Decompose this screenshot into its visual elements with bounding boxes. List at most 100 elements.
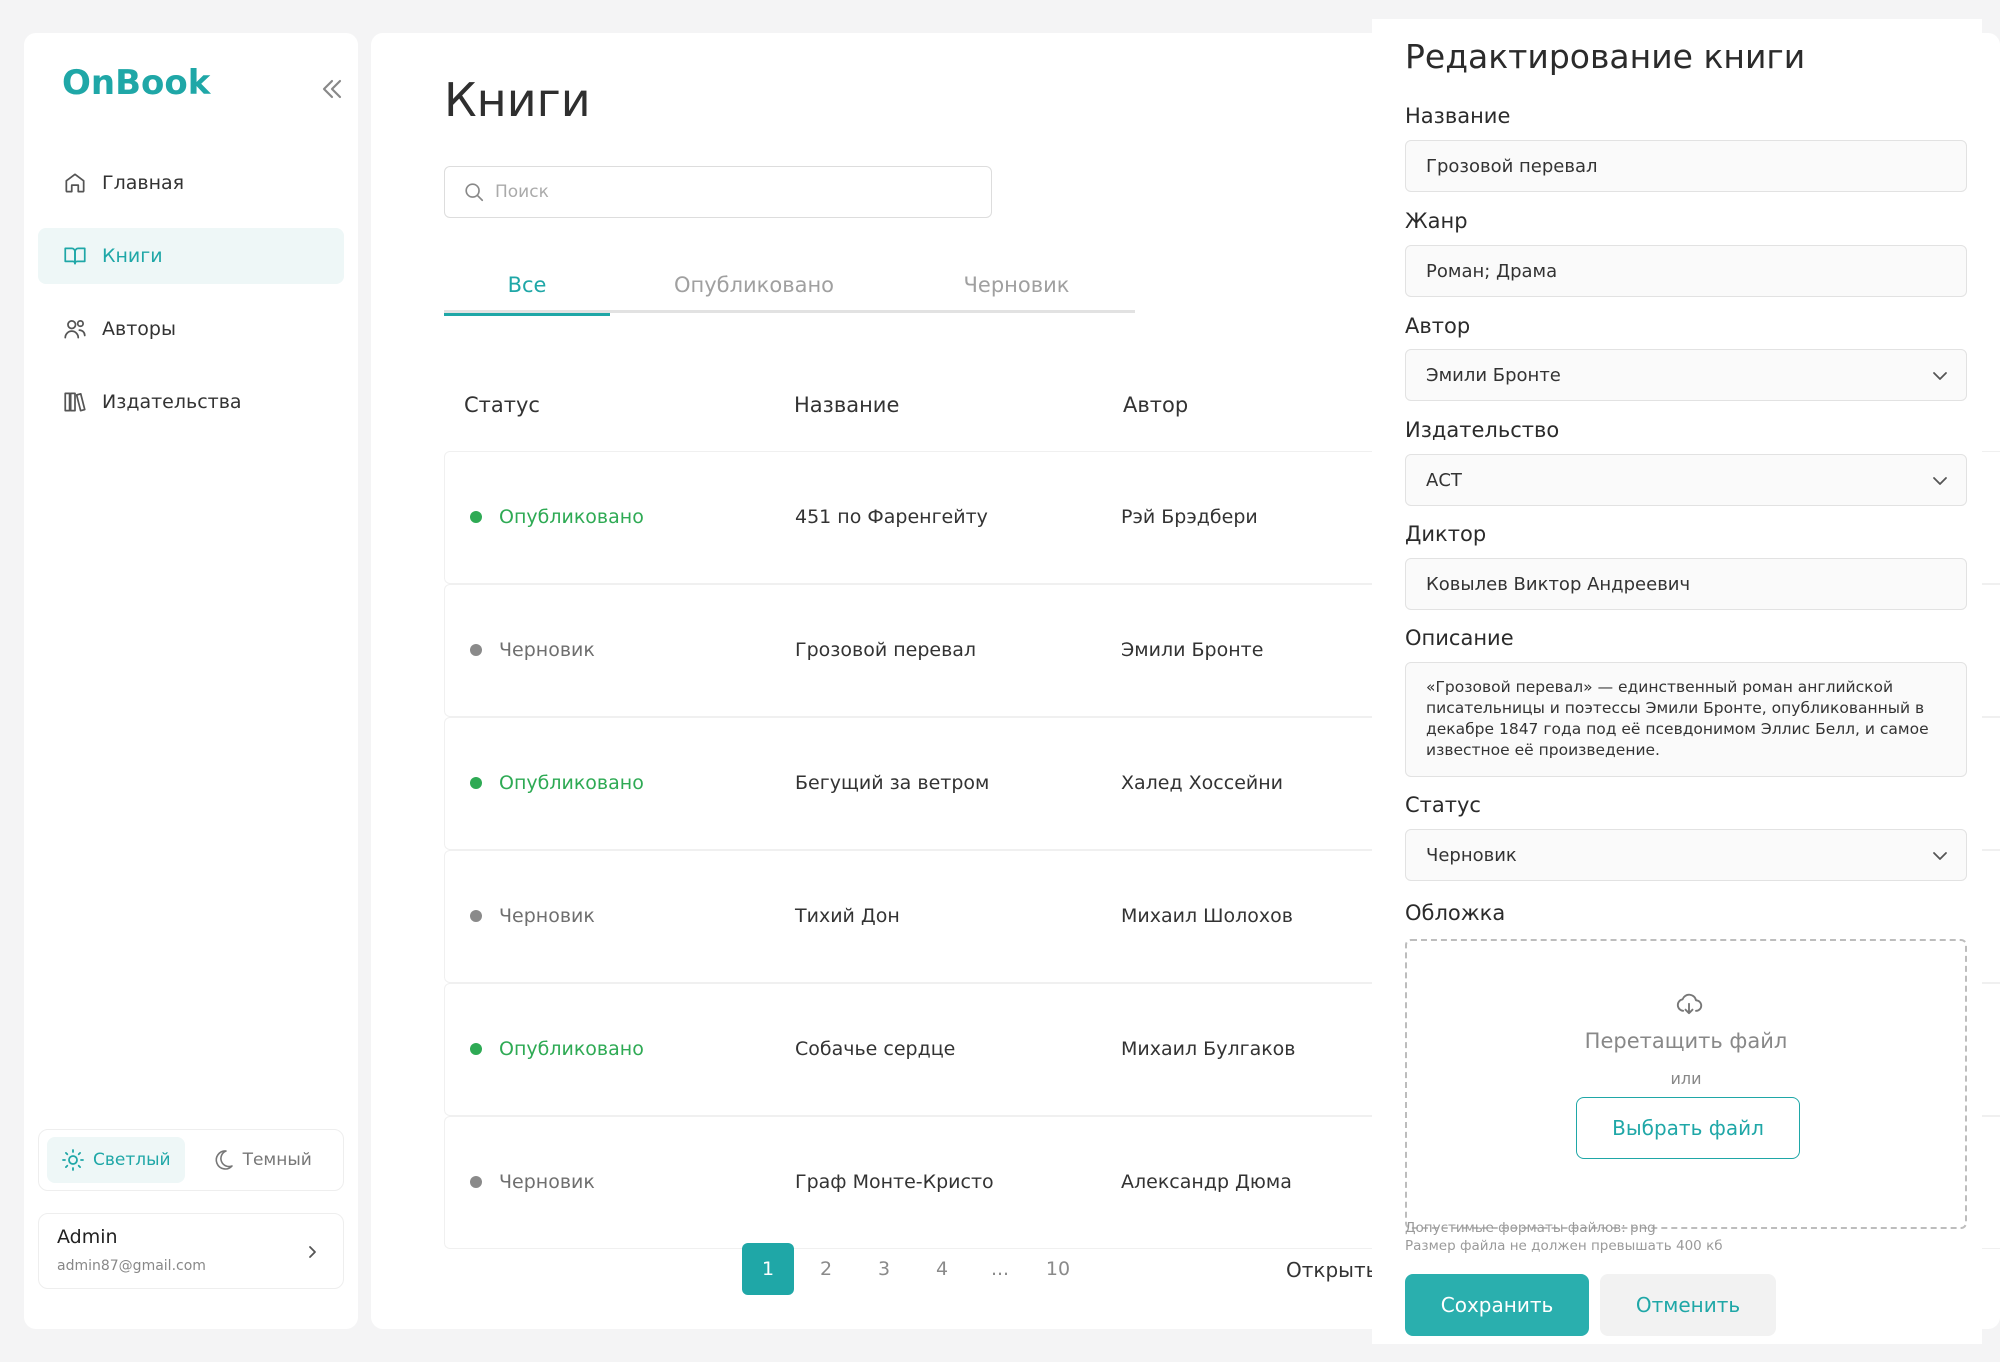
book-author: Халед Хоссейни bbox=[1121, 772, 1284, 794]
sidebar-item-label: Авторы bbox=[102, 318, 176, 340]
dropzone-title: Перетащить файл bbox=[1584, 1029, 1788, 1053]
chevron-down-icon bbox=[1933, 372, 1947, 380]
open-link[interactable]: Открыть bbox=[1286, 1258, 1377, 1282]
cover-label: Обложка bbox=[1405, 901, 1506, 925]
sidebar-item-label: Издательства bbox=[102, 391, 242, 413]
search-input[interactable] bbox=[495, 182, 965, 202]
book-title: Бегущий за ветром bbox=[795, 772, 990, 794]
tab-all[interactable]: Все bbox=[444, 273, 610, 316]
page-button-2[interactable]: 2 bbox=[800, 1243, 852, 1295]
book-title: Граф Монте-Кристо bbox=[795, 1171, 994, 1193]
hint-size: Размер файла не должен превышать 400 кб bbox=[1405, 1238, 1723, 1254]
status-badge: Черновик bbox=[470, 639, 595, 661]
author-label: Автор bbox=[1405, 314, 1471, 338]
user-profile[interactable]: Admin admin87@gmail.com bbox=[38, 1213, 344, 1289]
status-tabs: Все Опубликовано Черновик bbox=[444, 273, 1135, 316]
sidebar-item-label: Книги bbox=[102, 245, 163, 267]
status-dot bbox=[470, 1176, 482, 1188]
status-badge: Черновик bbox=[470, 905, 595, 927]
column-header-author[interactable]: Автор bbox=[1123, 393, 1188, 417]
library-icon bbox=[64, 392, 86, 412]
publisher-select[interactable]: АСТ bbox=[1405, 454, 1967, 506]
status-badge: Опубликовано bbox=[470, 772, 644, 794]
search-icon bbox=[465, 183, 484, 202]
panel-title: Редактирование книги bbox=[1405, 37, 1806, 76]
dropzone-or: или bbox=[1670, 1069, 1702, 1088]
search-box bbox=[444, 166, 992, 218]
theme-switch: Светлый Темный bbox=[38, 1129, 344, 1191]
collapse-sidebar-icon[interactable] bbox=[316, 73, 348, 105]
sidebar-nav: Главная Книги Авторы Издательства bbox=[38, 155, 344, 447]
tab-published[interactable]: Опубликовано bbox=[610, 273, 898, 313]
status-label: Статус bbox=[1405, 793, 1481, 817]
app-logo[interactable]: OnBook bbox=[62, 63, 210, 103]
name-field[interactable]: Грозовой перевал bbox=[1405, 140, 1967, 192]
choose-file-button[interactable]: Выбрать файл bbox=[1576, 1097, 1800, 1159]
status-badge: Опубликовано bbox=[470, 1038, 644, 1060]
page-button-10[interactable]: 10 bbox=[1032, 1243, 1084, 1295]
save-button[interactable]: Сохранить bbox=[1405, 1274, 1589, 1336]
sidebar-item-home[interactable]: Главная bbox=[38, 155, 344, 211]
sidebar-item-authors[interactable]: Авторы bbox=[38, 301, 344, 357]
publisher-select-value: АСТ bbox=[1426, 469, 1462, 491]
page-button-1[interactable]: 1 bbox=[742, 1243, 794, 1295]
column-header-title[interactable]: Название bbox=[794, 393, 899, 417]
page-button-4[interactable]: 4 bbox=[916, 1243, 968, 1295]
hint-formats: Допустимые форматы файлов: png bbox=[1405, 1220, 1656, 1236]
user-name: Admin bbox=[57, 1226, 118, 1248]
page-button-3[interactable]: 3 bbox=[858, 1243, 910, 1295]
publisher-label: Издательство bbox=[1405, 418, 1560, 442]
sidebar-item-label: Главная bbox=[102, 172, 185, 194]
status-badge: Опубликовано bbox=[470, 506, 644, 528]
name-label: Название bbox=[1405, 104, 1511, 128]
pagination: 1 2 3 4 ... 10 bbox=[742, 1243, 1090, 1295]
tab-draft[interactable]: Черновик bbox=[898, 273, 1135, 313]
book-title: Собачье сердце bbox=[795, 1038, 956, 1060]
status-badge: Черновик bbox=[470, 1171, 595, 1193]
status-dot bbox=[470, 644, 482, 656]
book-title: 451 по Фаренгейту bbox=[795, 506, 988, 528]
status-text: Опубликовано bbox=[499, 1038, 644, 1060]
narrator-field[interactable]: Ковылев Виктор Андреевич bbox=[1405, 558, 1967, 610]
book-author: Александр Дюма bbox=[1121, 1171, 1292, 1193]
status-dot bbox=[470, 1043, 482, 1055]
user-email: admin87@gmail.com bbox=[57, 1258, 206, 1274]
theme-dark-label: Темный bbox=[242, 1150, 312, 1170]
page-ellipsis: ... bbox=[990, 1258, 1010, 1280]
cancel-button[interactable]: Отменить bbox=[1600, 1274, 1776, 1336]
page-title: Книги bbox=[444, 73, 591, 127]
book-title: Грозовой перевал bbox=[795, 639, 977, 661]
book-author: Михаил Шолохов bbox=[1121, 905, 1293, 927]
status-text: Опубликовано bbox=[499, 506, 644, 528]
theme-light-label: Светлый bbox=[93, 1150, 171, 1170]
book-title: Тихий Дон bbox=[795, 905, 900, 927]
status-select[interactable]: Черновик bbox=[1405, 829, 1967, 881]
theme-light-button[interactable]: Светлый bbox=[47, 1137, 185, 1183]
home-icon bbox=[65, 173, 85, 193]
description-textarea[interactable]: «Грозовой перевал» — единственный роман … bbox=[1405, 662, 1967, 777]
genre-label: Жанр bbox=[1405, 209, 1468, 233]
book-author: Эмили Бронте bbox=[1121, 639, 1264, 661]
book-author: Рэй Брэдбери bbox=[1121, 506, 1258, 528]
sidebar: OnBook Главная Книги Авторы Издательства… bbox=[24, 33, 358, 1329]
edit-book-panel: Редактирование книги Название Грозовой п… bbox=[1372, 19, 1982, 1344]
narrator-label: Диктор bbox=[1405, 522, 1487, 546]
status-dot bbox=[470, 777, 482, 789]
sun-icon bbox=[62, 1149, 84, 1171]
sidebar-item-books[interactable]: Книги bbox=[38, 228, 344, 284]
theme-dark-button[interactable]: Темный bbox=[197, 1137, 326, 1183]
sidebar-item-publishers[interactable]: Издательства bbox=[38, 374, 344, 430]
genre-field[interactable]: Роман; Драма bbox=[1405, 245, 1967, 297]
book-icon bbox=[64, 247, 86, 265]
status-text: Черновик bbox=[499, 639, 595, 661]
moon-icon bbox=[215, 1150, 233, 1170]
cloud-download-icon bbox=[1676, 993, 1703, 1015]
author-select[interactable]: Эмили Бронте bbox=[1405, 349, 1967, 401]
book-author: Михаил Булгаков bbox=[1121, 1038, 1296, 1060]
column-header-status[interactable]: Статус bbox=[464, 393, 540, 417]
status-text: Черновик bbox=[499, 905, 595, 927]
status-text: Опубликовано bbox=[499, 772, 644, 794]
cover-dropzone[interactable]: Перетащить файл или Выбрать файл bbox=[1405, 939, 1967, 1229]
description-label: Описание bbox=[1405, 626, 1514, 650]
chevron-right-icon bbox=[309, 1246, 316, 1258]
